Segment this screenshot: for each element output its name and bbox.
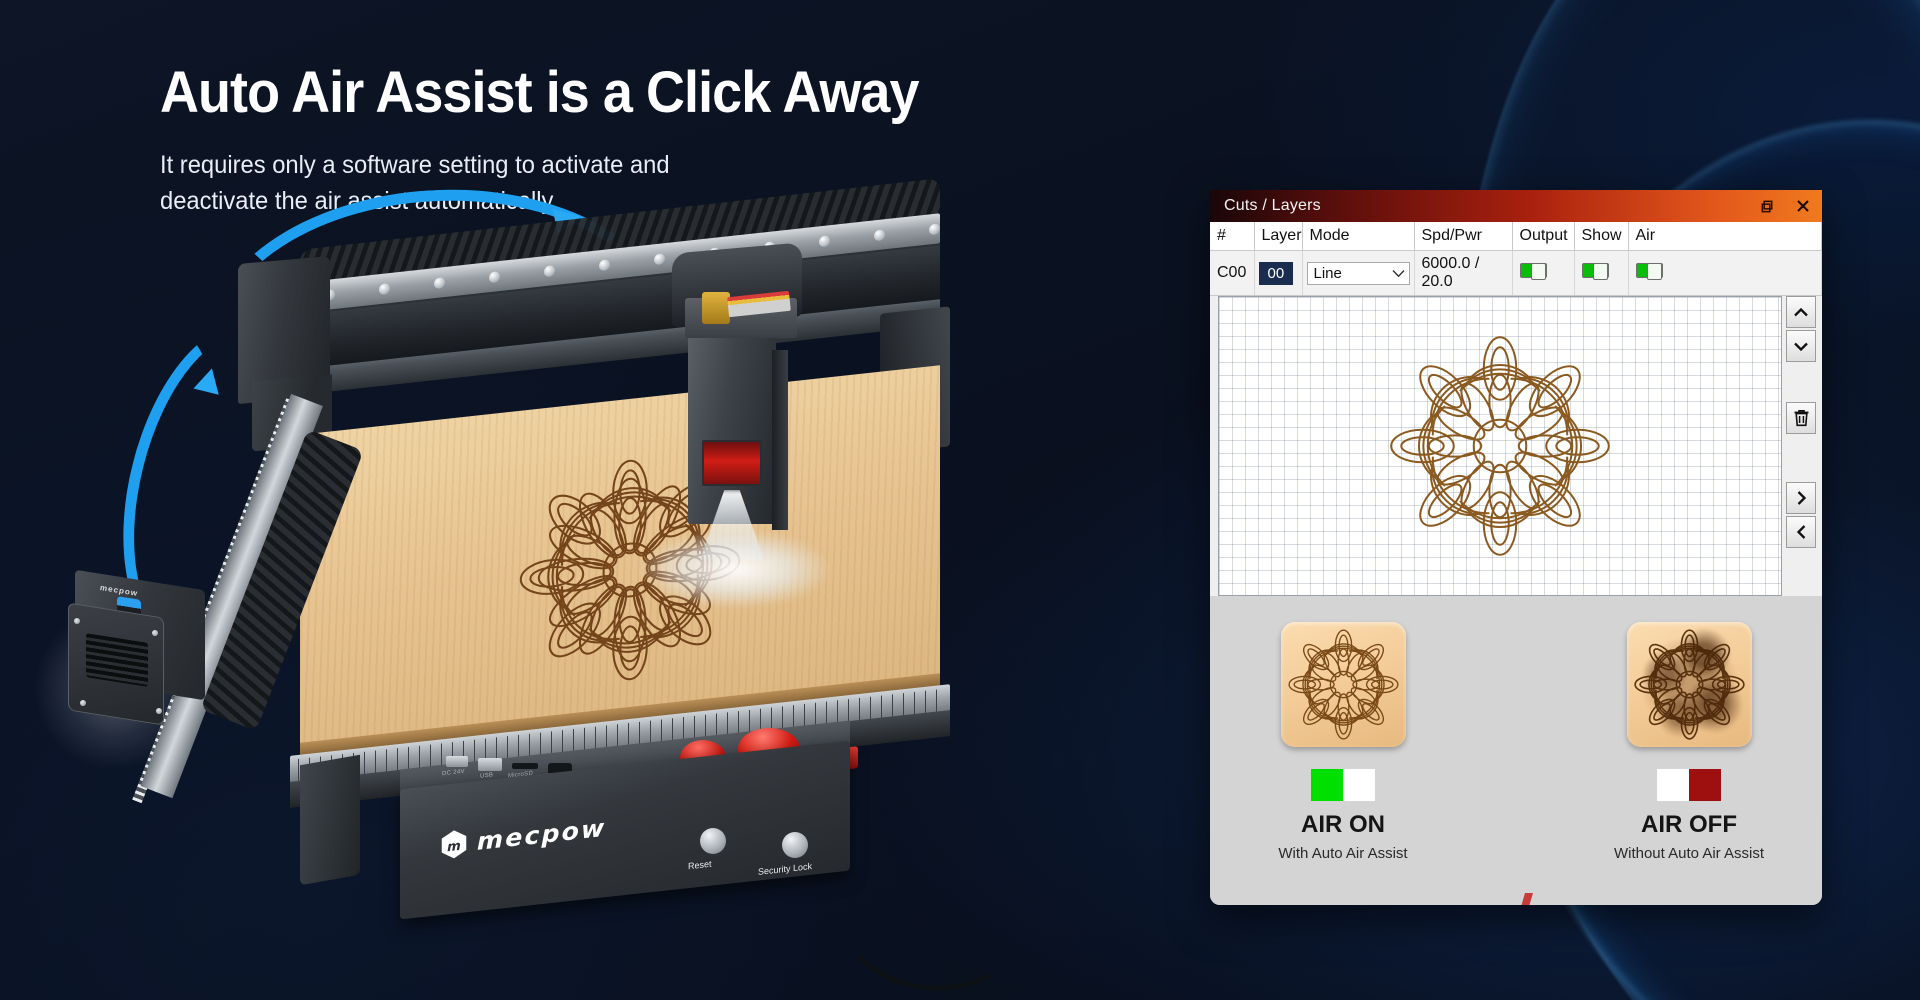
window-title: Cuts / Layers xyxy=(1224,197,1321,214)
mecpow-hex-icon: m xyxy=(441,830,467,859)
column-header-mode[interactable]: Mode xyxy=(1302,222,1415,251)
mode-value: Line xyxy=(1313,264,1342,282)
close-button[interactable] xyxy=(1794,197,1812,215)
flag-green xyxy=(1311,769,1343,801)
air-assist-brass-fitting xyxy=(702,292,730,324)
sample-tile-air-on xyxy=(1280,622,1406,747)
design-canvas-area xyxy=(1210,296,1822,596)
laser-head-window xyxy=(702,440,762,486)
hero-text-block: Auto Air Assist is a Click Away It requi… xyxy=(160,60,1220,219)
cell-layer[interactable]: 00 xyxy=(1254,250,1303,296)
pump-screw xyxy=(80,700,86,706)
air-on-title: AIR ON xyxy=(1301,811,1385,838)
cell-mode[interactable]: Line xyxy=(1302,250,1415,296)
microsd-port xyxy=(512,763,538,769)
laser-head-rail-clip xyxy=(772,350,788,530)
restore-icon xyxy=(1761,200,1772,212)
air-toggle[interactable] xyxy=(1635,263,1663,280)
chevron-down-icon xyxy=(1391,269,1405,277)
reset-knob[interactable] xyxy=(700,828,726,854)
flag-white xyxy=(1343,769,1375,801)
close-icon xyxy=(1797,200,1809,212)
column-header-num[interactable]: # xyxy=(1210,222,1255,251)
layer-color-chip: 00 xyxy=(1258,261,1294,285)
chevron-up-icon xyxy=(1794,307,1808,316)
air-assist-comparison: AIR ON With Auto Air Assist V S xyxy=(1210,596,1822,905)
air-on-subtitle: With Auto Air Assist xyxy=(1278,845,1408,862)
cell-show[interactable] xyxy=(1574,250,1629,296)
laser-engraver-illustration: DC 24V USB MicroSD Screen Alarm ON/OFF m… xyxy=(0,177,1029,1000)
column-header-layer[interactable]: Layer xyxy=(1254,222,1303,251)
chevron-right-icon xyxy=(1797,491,1806,505)
chevron-down-icon xyxy=(1794,342,1808,351)
cell-output[interactable] xyxy=(1512,250,1575,296)
usb-port xyxy=(478,758,502,771)
soot-overlay xyxy=(1626,622,1752,747)
panel-body: # Layer Mode Spd/Pwr Output Show Air C00… xyxy=(1210,222,1822,596)
delete-layer-button[interactable] xyxy=(1786,402,1816,434)
status-badge-air-off xyxy=(1585,769,1793,801)
table-header-row: # Layer Mode Spd/Pwr Output Show Air xyxy=(1210,222,1822,251)
comparison-column-air-on: AIR ON With Auto Air Assist xyxy=(1239,622,1447,905)
burn-flash-glow xyxy=(640,530,830,608)
show-toggle[interactable] xyxy=(1581,263,1609,280)
security-lock-knob[interactable] xyxy=(782,832,808,858)
window-controls xyxy=(1758,197,1812,215)
layers-table: # Layer Mode Spd/Pwr Output Show Air C00… xyxy=(1210,222,1822,296)
power-cable-right xyxy=(831,848,1029,1000)
page-title: Auto Air Assist is a Click Away xyxy=(160,60,920,125)
move-layer-up-button[interactable] xyxy=(1786,296,1816,328)
air-off-subtitle: Without Auto Air Assist xyxy=(1613,845,1765,862)
cell-num: C00 xyxy=(1210,250,1255,296)
vs-icon: V S xyxy=(1521,893,1533,905)
cell-spdpwr[interactable]: 6000.0 / 20.0 xyxy=(1414,250,1513,296)
engraved-mandala-clean xyxy=(1287,629,1399,740)
power-cable-left xyxy=(300,890,860,1000)
column-header-show[interactable]: Show xyxy=(1574,222,1629,251)
table-row[interactable]: C00 00 Line 6000.0 / 20.0 xyxy=(1210,250,1822,296)
cell-air[interactable] xyxy=(1628,250,1822,296)
frame-leg-left xyxy=(300,754,360,886)
svg-text:m: m xyxy=(447,839,461,855)
comparison-column-air-off: AIR OFF Without Auto Air Assist xyxy=(1585,622,1793,905)
cuts-layers-window: Cuts / Layers # Layer Mode Spd/Pwr Outpu… xyxy=(1210,190,1822,905)
move-layer-down-button[interactable] xyxy=(1786,330,1816,362)
status-badge-air-on xyxy=(1239,769,1447,801)
pump-screw xyxy=(74,618,80,624)
mandala-flower-artwork xyxy=(1390,336,1610,556)
pump-screw xyxy=(152,630,158,636)
window-titlebar: Cuts / Layers xyxy=(1210,190,1822,222)
dc-power-port xyxy=(446,756,468,767)
previous-button[interactable] xyxy=(1786,516,1816,548)
column-header-spdpwr[interactable]: Spd/Pwr xyxy=(1414,222,1513,251)
sample-tile-air-off xyxy=(1626,622,1752,747)
layer-toolbar xyxy=(1784,296,1818,636)
pump-screw xyxy=(156,708,162,714)
chevron-left-icon xyxy=(1796,525,1805,539)
next-button[interactable] xyxy=(1786,482,1816,514)
output-toggle[interactable] xyxy=(1519,263,1547,280)
design-canvas[interactable] xyxy=(1218,296,1782,596)
trash-icon xyxy=(1794,410,1808,427)
vs-badge: V S xyxy=(1481,891,1551,905)
flag-white xyxy=(1657,769,1689,801)
column-header-output[interactable]: Output xyxy=(1512,222,1575,251)
flag-red xyxy=(1689,769,1721,801)
restore-button[interactable] xyxy=(1758,197,1776,215)
air-off-title: AIR OFF xyxy=(1641,811,1737,838)
column-header-air[interactable]: Air xyxy=(1628,222,1822,251)
mode-dropdown[interactable]: Line xyxy=(1306,261,1410,285)
